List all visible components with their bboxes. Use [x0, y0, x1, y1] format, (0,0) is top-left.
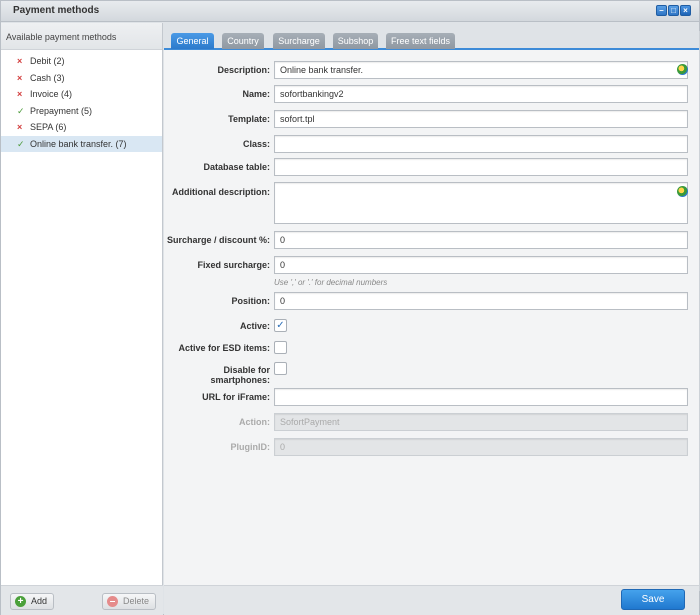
url-iframe-label: URL for iFrame: [202, 392, 270, 402]
active-checkbox[interactable]: ✓ [274, 319, 287, 332]
position-input[interactable]: 0 [274, 292, 688, 310]
payment-method-list: × Debit (2) × Cash (3) × Invoice (4) ✓ P… [1, 50, 162, 152]
window-title: Payment methods [13, 5, 100, 16]
inactive-x-icon: × [17, 72, 23, 83]
payment-methods-sidebar: Available payment methods × Debit (2) × … [1, 23, 163, 615]
payment-method-label: Online bank transfer. (7) [30, 138, 127, 149]
add-button[interactable]: + Add [10, 593, 55, 610]
url-iframe-input[interactable] [274, 388, 688, 406]
payment-method-item-selected[interactable]: ✓ Online bank transfer. (7) [1, 135, 162, 152]
add-button-label: Add [31, 596, 48, 606]
inactive-x-icon: × [17, 56, 23, 66]
payment-method-detail: General Country Surcharge Subshop Free t… [164, 23, 699, 615]
tab-subshop[interactable]: Subshop [333, 33, 378, 49]
plugin-id-label: PluginID: [230, 442, 271, 452]
minimize-icon[interactable]: – [656, 5, 667, 16]
action-label: Action: [239, 417, 270, 427]
globe-translation-icon[interactable] [677, 186, 688, 197]
active-check-icon: ✓ [17, 138, 25, 149]
database-table-input[interactable] [274, 158, 688, 176]
sidebar-header: Available payment methods [1, 23, 162, 50]
payment-method-item[interactable]: × SEPA (6) [1, 119, 162, 136]
save-button[interactable]: Save [621, 589, 685, 610]
class-input[interactable] [274, 135, 688, 153]
position-label: Position: [231, 296, 271, 306]
minus-icon: – [107, 596, 118, 607]
detail-footer: Save [164, 585, 699, 615]
payment-method-label: Prepayment (5) [30, 105, 93, 116]
payment-method-label: Cash (3) [30, 72, 65, 83]
window-controls: – □ × [656, 5, 691, 16]
tab-free-text-fields[interactable]: Free text fields [386, 33, 455, 49]
delete-button[interactable]: – Delete [102, 593, 157, 610]
decimal-hint: Use ',' or '.' for decimal numbers [274, 278, 388, 287]
payment-method-label: Debit (2) [30, 56, 65, 66]
title-bar[interactable]: Payment methods – □ × [1, 1, 699, 22]
inactive-x-icon: × [17, 122, 23, 132]
payment-method-item[interactable]: × Invoice (4) [1, 86, 162, 103]
active-esd-checkbox[interactable] [274, 341, 287, 354]
disable-smartphones-label: Disable for smartphones: [210, 365, 270, 385]
maximize-icon[interactable]: □ [668, 5, 679, 16]
tab-general[interactable]: General [171, 33, 214, 49]
additional-description-label: Additional description: [172, 187, 270, 197]
name-label: Name: [242, 89, 270, 99]
payment-method-item[interactable]: × Cash (3) [1, 70, 162, 87]
plugin-id-input: 0 [274, 438, 688, 456]
additional-description-textarea[interactable] [274, 182, 688, 224]
delete-button-label: Delete [123, 596, 150, 606]
payment-method-item[interactable]: × Debit (2) [1, 53, 162, 70]
active-check-icon: ✓ [17, 105, 25, 116]
payment-method-label: SEPA (6) [30, 122, 67, 132]
disable-smartphones-checkbox[interactable] [274, 362, 287, 375]
tab-bar: General Country Surcharge Subshop Free t… [164, 23, 699, 50]
fixed-surcharge-label: Fixed surcharge: [197, 260, 270, 270]
payment-methods-window: Payment methods – □ × Available payment … [0, 0, 700, 615]
name-input[interactable]: sofortbankingv2 [274, 85, 688, 103]
description-label: Description: [217, 65, 270, 75]
surcharge-discount-input[interactable]: 0 [274, 231, 688, 249]
active-label: Active: [239, 321, 270, 331]
template-input[interactable]: sofort.tpl [274, 110, 688, 128]
tab-surcharge[interactable]: Surcharge [273, 33, 325, 49]
fixed-surcharge-input[interactable]: 0 [274, 256, 688, 274]
close-icon[interactable]: × [680, 5, 691, 16]
inactive-x-icon: × [17, 89, 23, 99]
payment-method-label: Invoice (4) [30, 89, 73, 99]
action-input: SofortPayment [274, 413, 688, 431]
payment-method-item[interactable]: ✓ Prepayment (5) [1, 103, 162, 120]
plus-icon: + [15, 596, 26, 607]
database-table-label: Database table: [203, 162, 270, 172]
class-label: Class: [242, 139, 270, 149]
active-esd-label: Active for ESD items: [178, 343, 270, 353]
tab-country[interactable]: Country [222, 33, 264, 49]
description-input[interactable]: Online bank transfer. [274, 61, 688, 79]
globe-translation-icon[interactable] [677, 64, 688, 75]
surcharge-discount-label: Surcharge / discount %: [166, 235, 270, 245]
sidebar-footer: + Add – Delete [1, 585, 163, 615]
template-label: Template: [228, 114, 270, 124]
